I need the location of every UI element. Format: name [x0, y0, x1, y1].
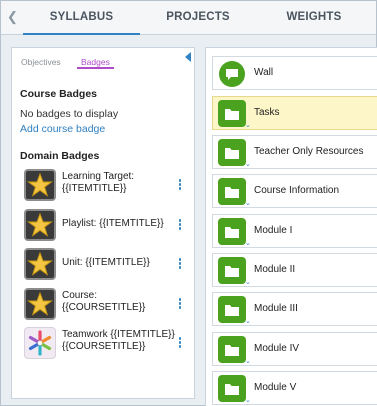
- more-vertical-icon[interactable]: [178, 337, 182, 349]
- subtab-objectives[interactable]: Objectives: [21, 57, 61, 67]
- list-item-tasks[interactable]: ⌄ Tasks: [212, 96, 377, 130]
- chevron-down-icon[interactable]: ⌄: [245, 317, 251, 325]
- more-vertical-icon[interactable]: [178, 258, 182, 270]
- domain-badge-item: Playlist: {{ITEMTITLE}}: [24, 209, 192, 245]
- tab-weights[interactable]: WEIGHTS: [256, 1, 372, 34]
- star-badge-icon: [24, 248, 56, 280]
- item-label: Module I: [254, 225, 293, 236]
- domain-badge-item: Unit: {{ITEMTITLE}}: [24, 248, 192, 284]
- item-label: Wall: [254, 67, 274, 78]
- top-tab-bar: ❮ SYLLABUS PROJECTS WEIGHTS: [1, 1, 376, 35]
- no-badges-text: No badges to display: [20, 108, 119, 120]
- badges-panel: Objectives Badges Course Badges No badge…: [11, 47, 195, 399]
- chevron-down-icon[interactable]: ⌄: [245, 199, 251, 207]
- folder-icon: [218, 375, 246, 402]
- badge-label: Teamwork {{ITEMTITLE}} {{COURSETITLE}}: [62, 329, 175, 352]
- list-item-folder[interactable]: ⌄ Course Information: [212, 174, 377, 208]
- item-label: Module II: [254, 264, 296, 275]
- teamwork-badge-icon: [24, 327, 56, 359]
- list-item-folder[interactable]: ⌄ Module III: [212, 292, 377, 326]
- domain-badge-item: Course: {{COURSETITLE}}: [24, 288, 192, 324]
- folder-icon: [218, 139, 246, 166]
- star-badge-icon: [24, 209, 56, 241]
- chevron-down-icon[interactable]: ⌄: [245, 160, 251, 168]
- badge-label: Playlist: {{ITEMTITLE}}: [62, 218, 164, 229]
- list-item-folder[interactable]: ⌄ Teacher Only Resources: [212, 135, 377, 169]
- folder-icon: [218, 178, 246, 205]
- item-label: Course Information: [254, 185, 340, 196]
- chevron-down-icon[interactable]: ⌄: [245, 357, 251, 365]
- chevron-down-icon[interactable]: ⌄: [245, 121, 251, 129]
- folder-icon: [218, 296, 246, 323]
- star-badge-icon: [24, 288, 56, 320]
- star-badge-icon: [24, 169, 56, 201]
- badge-label: Unit: {{ITEMTITLE}}: [62, 257, 150, 268]
- list-item-folder[interactable]: ⌄ Module II: [212, 253, 377, 287]
- list-item-wall[interactable]: Wall: [212, 56, 377, 90]
- item-label: Teacher Only Resources: [254, 146, 364, 157]
- content-list-panel: Wall ⌄ Tasks ⌄ Teacher Only Resources ⌄ …: [205, 47, 377, 406]
- item-label: Module V: [254, 382, 297, 393]
- more-vertical-icon[interactable]: [178, 219, 182, 231]
- list-item-folder[interactable]: ⌄ Module I: [212, 214, 377, 248]
- domain-badge-item: Learning Target: {{ITEMTITLE}}: [24, 169, 192, 205]
- chat-bubble-icon: [219, 61, 245, 87]
- badge-label: Course: {{COURSETITLE}}: [62, 290, 146, 313]
- folder-icon: [218, 100, 246, 127]
- folder-icon: [218, 257, 246, 284]
- list-item-folder[interactable]: ⌄ Module V: [212, 371, 377, 405]
- chevron-down-icon[interactable]: ⌄: [245, 278, 251, 286]
- more-vertical-icon[interactable]: [178, 179, 182, 191]
- chevron-left-icon[interactable]: ❮: [7, 10, 19, 24]
- tab-projects[interactable]: PROJECTS: [140, 1, 256, 34]
- chevron-down-icon[interactable]: ⌄: [245, 396, 251, 404]
- domain-badges-title: Domain Badges: [20, 150, 100, 162]
- item-label: Module IV: [254, 343, 300, 354]
- item-label: Tasks: [254, 107, 280, 118]
- collapse-left-icon[interactable]: [185, 52, 191, 62]
- course-badges-title: Course Badges: [20, 88, 98, 100]
- badge-label: Learning Target: {{ITEMTITLE}}: [62, 171, 135, 194]
- domain-badge-item: Teamwork {{ITEMTITLE}} {{COURSETITLE}}: [24, 327, 192, 363]
- add-course-badge-link[interactable]: Add course badge: [20, 123, 105, 135]
- item-label: Module III: [254, 303, 298, 314]
- tab-syllabus[interactable]: SYLLABUS: [23, 1, 140, 35]
- list-item-folder[interactable]: ⌄ Module IV: [212, 332, 377, 366]
- chevron-down-icon[interactable]: ⌄: [245, 239, 251, 247]
- subtab-badges[interactable]: Badges: [77, 57, 114, 69]
- folder-icon: [218, 336, 246, 363]
- more-vertical-icon[interactable]: [178, 298, 182, 310]
- folder-icon: [218, 218, 246, 245]
